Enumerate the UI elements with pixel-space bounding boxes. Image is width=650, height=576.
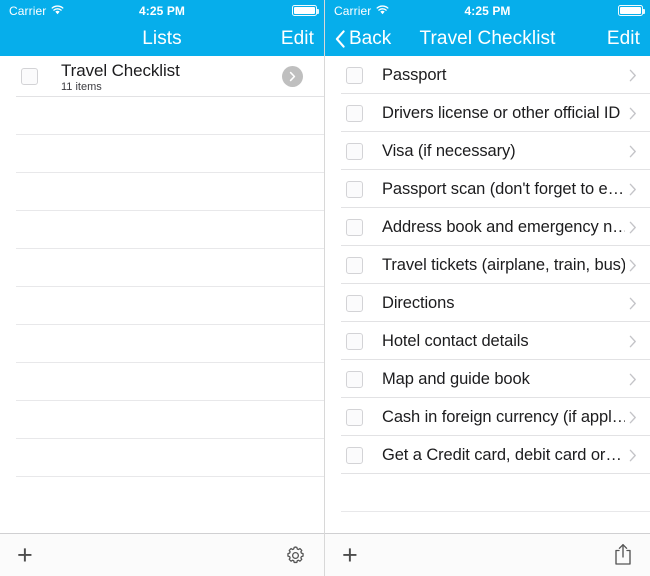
edit-button-left[interactable]: Edit [281,28,314,50]
item-label: Passport [382,65,447,84]
list-item-travel-checklist[interactable]: Travel Checklist 11 items [0,56,324,97]
status-bar-right-group [292,5,319,16]
list-item-texts: Travel Checklist 11 items [61,61,282,93]
chevron-right-icon[interactable] [629,373,637,386]
chevron-right-icon[interactable] [629,449,637,462]
back-button[interactable]: Back [335,28,391,50]
chevron-right-icon[interactable] [629,411,637,424]
battery-full-icon [618,5,645,16]
chevron-right-icon[interactable] [629,107,637,120]
item-checkbox[interactable] [346,332,363,350]
chevron-right-icon[interactable] [629,297,637,310]
lists-screen: Carrier 4:25 PM Lists Edit Travel Checkl… [0,0,325,576]
empty-list-row [0,477,324,515]
carrier-label: Carrier [334,3,372,18]
wifi-icon [376,2,389,20]
share-icon [615,544,631,565]
item-checkbox[interactable] [346,408,363,426]
item-label: Cash in foreign currency (if appl… [382,407,625,426]
table-row[interactable]: Passport [325,56,650,94]
plus-icon: + [342,539,358,570]
item-checkbox[interactable] [346,142,363,160]
table-row[interactable]: Travel tickets (airplane, train, bus) [325,246,650,284]
item-checkbox[interactable] [346,294,363,312]
empty-list-row [0,211,324,249]
item-label: Address book and emergency n… [382,217,625,236]
empty-list-row [0,439,324,477]
empty-list-row [0,325,324,363]
item-label: Travel tickets (airplane, train, bus) [382,255,625,274]
chevron-right-icon[interactable] [629,335,637,348]
item-checkbox[interactable] [346,66,363,84]
item-checkbox[interactable] [346,256,363,274]
page-title-lists: Lists [142,27,182,49]
item-label: Map and guide book [382,369,530,388]
item-checkbox[interactable] [346,370,363,388]
table-row[interactable]: Passport scan (don't forget to e… [325,170,650,208]
table-row[interactable]: Hotel contact details [325,322,650,360]
item-label: Drivers license or other official ID [382,103,621,122]
empty-list-row [0,97,324,135]
item-checkbox[interactable] [346,180,363,198]
toolbar-left: + [0,533,324,576]
item-label: Hotel contact details [382,331,529,350]
chevron-right-icon[interactable] [629,221,637,234]
status-bar-left: Carrier 4:25 PM [0,0,324,21]
plus-icon: + [17,539,33,570]
battery-full-icon [292,5,319,16]
list-item-subtitle: 11 items [61,80,102,93]
empty-list-row [0,401,324,439]
item-label: Get a Credit card, debit card or… [382,445,622,464]
edit-button-right[interactable]: Edit [607,28,640,50]
empty-list-row [0,363,324,401]
add-item-button[interactable]: + [342,539,358,570]
chevron-right-circle-icon[interactable] [282,66,303,87]
wifi-icon [51,2,64,20]
checklist-content: Passport Drivers license or other offici… [325,56,650,533]
item-label: Directions [382,293,455,312]
back-button-label: Back [349,27,392,49]
item-checkbox[interactable] [346,218,363,236]
item-checkbox[interactable] [346,446,363,464]
carrier-label: Carrier [9,3,47,18]
nav-bar-left: Lists Edit [0,21,324,56]
item-label: Visa (if necessary) [382,141,516,160]
chevron-right-icon[interactable] [629,69,637,82]
status-bar-left-group: Carrier [9,2,64,20]
item-checkbox[interactable] [346,104,363,122]
chevron-right-icon[interactable] [629,145,637,158]
status-bar-right: Carrier 4:25 PM [325,0,650,21]
gear-icon [287,545,304,563]
travel-checklist-screen: Carrier 4:25 PM Back Travel Checklist Ed… [325,0,650,576]
table-row[interactable]: Cash in foreign currency (if appl… [325,398,650,436]
chevron-right-icon[interactable] [629,259,637,272]
chevron-right-icon[interactable] [629,183,637,196]
empty-list-row [0,249,324,287]
empty-list-row [325,474,650,512]
empty-list-row [0,135,324,173]
table-row[interactable]: Drivers license or other official ID [325,94,650,132]
nav-bar-right: Back Travel Checklist Edit [325,21,650,56]
table-row[interactable]: Map and guide book [325,360,650,398]
table-row[interactable]: Directions [325,284,650,322]
list-item-title: Travel Checklist [61,60,180,80]
table-row[interactable]: Address book and emergency n… [325,208,650,246]
share-button[interactable] [613,543,633,567]
list-item-checkbox[interactable] [21,68,38,85]
settings-button[interactable] [284,544,307,567]
add-list-button[interactable]: + [17,539,33,570]
toolbar-right: + [325,533,650,576]
item-label: Passport scan (don't forget to e… [382,179,624,198]
chevron-left-icon [335,29,345,48]
table-row[interactable]: Get a Credit card, debit card or… [325,436,650,474]
empty-list-row [0,287,324,325]
status-bar-left-group: Carrier [334,2,389,20]
table-row[interactable]: Visa (if necessary) [325,132,650,170]
status-bar-right-group [618,5,645,16]
dual-screen-container: Carrier 4:25 PM Lists Edit Travel Checkl… [0,0,650,576]
lists-content: Travel Checklist 11 items [0,56,324,533]
empty-list-row [0,173,324,211]
